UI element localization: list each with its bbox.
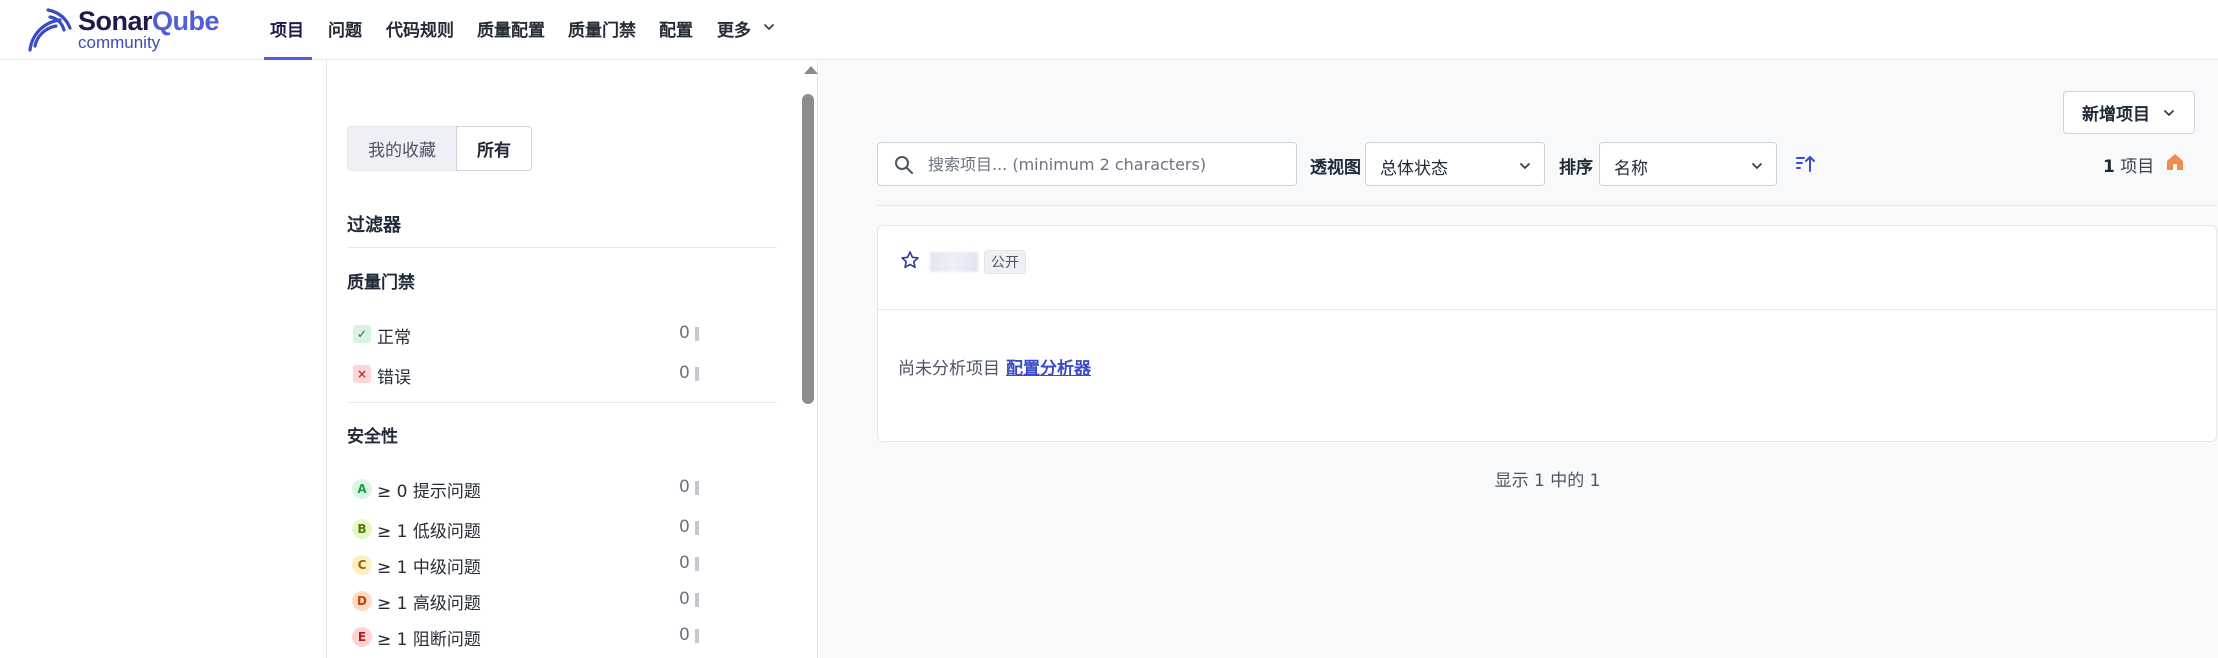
facet-bar — [695, 557, 699, 571]
nav-projects[interactable]: 项目 — [270, 16, 304, 41]
search-icon — [895, 156, 913, 174]
facet-label: ≥ 1 高级问题 — [377, 594, 481, 614]
scroll-up-arrow-icon[interactable] — [804, 66, 818, 74]
facet-label: ≥ 0 提示问题 — [377, 482, 481, 502]
quality-gate-heading: 质量门禁 — [347, 273, 415, 293]
sort-label: 排序 — [1559, 158, 1593, 178]
scroll-thumb[interactable] — [802, 94, 814, 404]
project-count-unit: 项目 — [2120, 157, 2155, 177]
filter-sidebar: 我的收藏 所有 过滤器 质量门禁 ✓ 正常 0 × 错误 0 安全性 A ≥ 0… — [326, 60, 818, 658]
not-analyzed-text: 尚未分析项目 — [898, 359, 1000, 379]
sonar-waves-icon — [28, 8, 72, 52]
nav-quality-gates[interactable]: 质量门禁 — [568, 16, 636, 41]
facet-bar — [695, 629, 699, 643]
facet-count: 0 — [679, 553, 690, 573]
nav-more[interactable]: 更多 — [717, 16, 751, 41]
facet-security-c[interactable]: C ≥ 1 中级问题 0 — [347, 550, 717, 578]
project-name-redacted[interactable] — [930, 252, 978, 272]
project-count-number: 1 — [2103, 157, 2115, 177]
grade-b-badge: B — [352, 519, 372, 539]
divider — [347, 402, 777, 403]
chevron-down-icon[interactable] — [762, 20, 776, 34]
security-heading: 安全性 — [347, 427, 398, 447]
facet-security-d[interactable]: D ≥ 1 高级问题 0 — [347, 586, 717, 614]
facet-bar — [695, 481, 699, 495]
facet-bar — [695, 521, 699, 535]
active-nav-indicator — [264, 57, 312, 60]
sort-select[interactable]: 名称 — [1599, 142, 1777, 186]
search-input[interactable] — [928, 152, 1288, 176]
grade-a-badge: A — [352, 479, 372, 499]
facet-security-e[interactable]: E ≥ 1 阻断问题 0 — [347, 622, 717, 650]
perspective-select[interactable]: 总体状态 — [1365, 142, 1545, 186]
facet-label: ≥ 1 中级问题 — [377, 558, 481, 578]
pagination-summary: 显示 1 中的 1 — [1494, 471, 1601, 491]
chevron-down-icon — [2164, 109, 2174, 116]
new-project-button[interactable]: 新增项目 — [2063, 91, 2195, 134]
favorites-tab[interactable]: 我的收藏 — [347, 126, 456, 171]
facet-count: 0 — [679, 363, 690, 383]
facet-security-b[interactable]: B ≥ 1 低级问题 0 — [347, 514, 717, 542]
brand-edition: community — [78, 33, 161, 52]
search-box[interactable] — [877, 142, 1297, 186]
grade-c-badge: C — [352, 555, 372, 575]
divider — [878, 309, 2216, 310]
divider — [877, 205, 2217, 206]
nav-rules[interactable]: 代码规则 — [386, 16, 454, 41]
cross-icon: × — [353, 365, 371, 383]
facet-count: 0 — [679, 323, 690, 343]
project-count: 1 项目 — [2103, 152, 2154, 177]
star-icon[interactable] — [900, 250, 920, 270]
chevron-down-icon — [1520, 163, 1530, 169]
home-icon[interactable] — [2165, 152, 2185, 172]
sort-direction-icon[interactable] — [1795, 154, 1817, 174]
facet-count: 0 — [679, 589, 690, 609]
check-icon: ✓ — [353, 325, 371, 343]
facet-gate-passed[interactable]: ✓ 正常 0 — [347, 320, 717, 348]
facet-bar — [695, 593, 699, 607]
project-card: 公开 尚未分析项目 配置分析器 — [877, 225, 2217, 442]
grade-d-badge: D — [352, 591, 372, 611]
sidebar-scrollbar[interactable] — [801, 66, 818, 658]
project-scope-toggle: 我的收藏 所有 — [347, 126, 532, 171]
perspective-value: 总体状态 — [1380, 159, 1448, 179]
facet-count: 0 — [679, 517, 690, 537]
sonarqube-logo[interactable]: SonarQube community — [26, 4, 226, 54]
new-project-label: 新增项目 — [2082, 105, 2150, 125]
configure-analysis-link[interactable]: 配置分析器 — [1006, 354, 1091, 379]
facet-security-a[interactable]: A ≥ 0 提示问题 0 — [347, 474, 717, 502]
nav-quality-profiles[interactable]: 质量配置 — [477, 16, 545, 41]
facet-label: 错误 — [377, 368, 411, 388]
facet-label: 正常 — [377, 328, 411, 348]
facet-label: ≥ 1 低级问题 — [377, 522, 481, 542]
perspective-label: 透视图 — [1310, 158, 1361, 178]
divider — [347, 247, 777, 248]
facet-label: ≥ 1 阻断问题 — [377, 630, 481, 650]
projects-main: 新增项目 透视图 总体状态 排序 名称 1 项目 — [819, 60, 2218, 658]
facet-bar — [695, 367, 699, 381]
nav-issues[interactable]: 问题 — [328, 16, 362, 41]
visibility-badge: 公开 — [984, 250, 1026, 274]
grade-e-badge: E — [352, 627, 372, 647]
top-navigation-bar: SonarQube community 项目 问题 代码规则 质量配置 质量门禁… — [0, 0, 2218, 60]
chevron-down-icon — [1752, 163, 1762, 169]
all-tab[interactable]: 所有 — [456, 126, 532, 171]
facet-count: 0 — [679, 477, 690, 497]
facet-bar — [695, 327, 699, 341]
filters-heading: 过滤器 — [347, 215, 401, 236]
facet-count: 0 — [679, 625, 690, 645]
nav-administration[interactable]: 配置 — [659, 16, 693, 41]
facet-gate-failed[interactable]: × 错误 0 — [347, 360, 717, 388]
sort-value: 名称 — [1614, 159, 1648, 179]
